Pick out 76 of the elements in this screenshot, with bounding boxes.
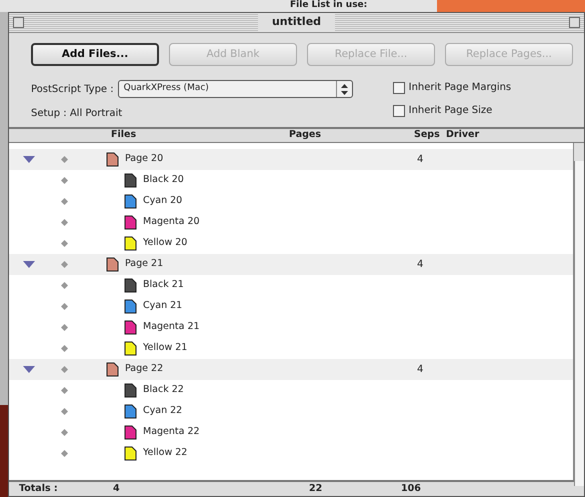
table-cell-text: Cyan 21 xyxy=(143,299,182,314)
disclosure-down-icon[interactable] xyxy=(23,366,35,373)
table-cell-text: Black 21 xyxy=(143,278,184,292)
table-row[interactable]: Black 21 xyxy=(9,275,573,296)
collapse-icon[interactable] xyxy=(569,17,580,28)
toolbar-button[interactable]: Add Files... xyxy=(31,43,159,66)
totals-value: 22 xyxy=(309,482,322,496)
bullet-icon xyxy=(61,198,68,205)
bullet-icon xyxy=(61,386,68,394)
bullet-icon xyxy=(61,282,68,289)
table-cell-text: Black 20 xyxy=(143,173,184,188)
table-row[interactable]: Page 22 4 xyxy=(9,359,573,380)
table-cell-text: Yellow 20 xyxy=(143,236,188,250)
column-header: Seps xyxy=(414,128,440,142)
table-row[interactable]: Page 20 4 xyxy=(9,149,573,170)
bullet-icon xyxy=(61,366,68,373)
checkbox-label: Inherit Page Margins xyxy=(408,81,512,95)
bullet-icon xyxy=(61,260,68,268)
bullet-icon xyxy=(61,218,68,226)
table-row[interactable]: Magenta 22 xyxy=(9,422,573,443)
bullet-icon xyxy=(61,176,68,184)
column-header: Driver xyxy=(446,128,480,142)
page-file-icon xyxy=(106,362,119,377)
bullet-icon xyxy=(61,240,68,247)
table-cell-text: 4 xyxy=(417,258,424,272)
table-row[interactable]: Cyan 20 xyxy=(9,191,573,212)
table-cell-text: Yellow 21 xyxy=(143,341,188,356)
bullet-icon xyxy=(61,324,68,331)
table-row[interactable]: Yellow 20 xyxy=(9,233,573,254)
disclosure-down-icon[interactable] xyxy=(23,156,35,163)
field-label: PostScript Type : xyxy=(31,82,114,96)
table-cell-text: 4 xyxy=(417,363,424,377)
bullet-icon xyxy=(61,428,68,436)
table-cell-text: Black 22 xyxy=(143,383,184,398)
column-header: Pages xyxy=(289,128,322,142)
table-cell-text: Cyan 22 xyxy=(143,404,182,418)
close-icon[interactable] xyxy=(13,17,24,28)
table-cell-text: Page 21 xyxy=(125,257,164,272)
table-row[interactable]: Yellow 21 xyxy=(9,338,573,359)
bullet-icon xyxy=(61,344,68,352)
checkbox[interactable] xyxy=(392,82,405,94)
table-row[interactable]: Cyan 21 xyxy=(9,296,573,317)
table-cell-text: Page 22 xyxy=(125,362,164,376)
postscript-type-dropdown[interactable]: QuarkXPress (Mac) xyxy=(118,80,353,98)
bullet-icon xyxy=(61,156,68,163)
table-cell-text: Magenta 21 xyxy=(143,320,200,334)
checkbox-label: Inherit Page Size xyxy=(408,104,492,118)
table-row[interactable]: Cyan 22 xyxy=(9,401,573,422)
table-cell-text: Magenta 22 xyxy=(143,425,200,440)
table-row[interactable]: Yellow 22 xyxy=(9,443,573,464)
table-cell-text: Yellow 22 xyxy=(143,446,188,460)
column-header: Files xyxy=(111,128,136,142)
table-cell-text: Cyan 20 xyxy=(143,194,182,208)
disclosure-down-icon[interactable] xyxy=(23,260,35,268)
totals-value: 4 xyxy=(113,482,120,496)
page-file-icon xyxy=(106,152,119,167)
checkbox[interactable] xyxy=(392,104,405,116)
bullet-icon xyxy=(61,450,68,457)
scrollbar[interactable] xyxy=(574,161,584,486)
bullet-icon xyxy=(61,408,68,415)
bullet-icon xyxy=(61,302,68,310)
table-row[interactable]: Page 21 4 xyxy=(9,254,573,275)
page-file-icon xyxy=(106,257,119,272)
table-row[interactable]: Black 22 xyxy=(9,380,573,401)
setup-text: Setup : All Portrait xyxy=(31,107,124,121)
updown-arrows-icon xyxy=(340,84,348,95)
table-cell-text: 4 xyxy=(417,153,424,167)
table-row[interactable]: Magenta 20 xyxy=(9,212,573,233)
totals-value: Totals : xyxy=(19,482,58,496)
table-cell-text: Magenta 20 xyxy=(143,215,200,230)
window-title: untitled xyxy=(258,14,336,31)
totals-value: 106 xyxy=(401,482,421,496)
table-cell-text: Page 20 xyxy=(125,152,164,166)
table-row[interactable]: Magenta 21 xyxy=(9,317,573,338)
table-row[interactable]: Black 20 xyxy=(9,170,573,191)
window-label: File List in use: xyxy=(290,0,368,11)
